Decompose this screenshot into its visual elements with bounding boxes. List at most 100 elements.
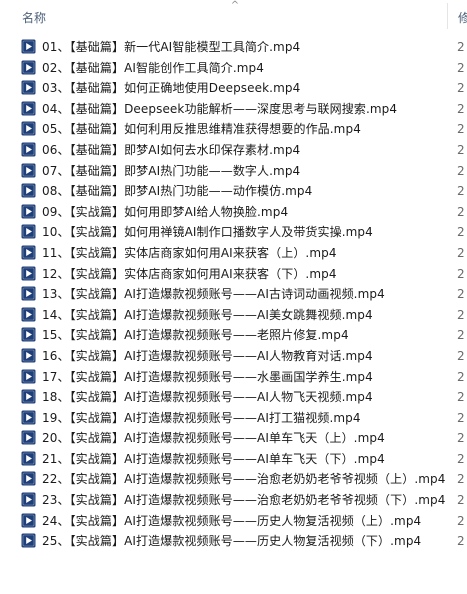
file-explorer-list: ^ 名称 修 01、【基础篇】新一代AI智能模型工具简介.mp4 2 02、【基础篇… [0, 0, 467, 594]
file-row[interactable]: 11、【实战篇】实体店商家如何用AI来获客（上）.mp4 2 [0, 243, 467, 264]
file-name-label: 06、【基础篇】即梦AI如何去水印保存素材.mp4 [42, 142, 301, 157]
video-file-icon [21, 224, 36, 239]
file-row[interactable]: 09、【实战篇】如何用即梦AI给人物换脸.mp4 2 [0, 202, 467, 223]
video-file-icon [21, 142, 36, 157]
video-file-icon [21, 451, 36, 466]
file-name-label: 14、【实战篇】AI打造爆款视频账号——AI美女跳舞视频.mp4 [42, 307, 373, 322]
file-row[interactable]: 21、【实战篇】AI打造爆款视频账号——AI单车飞天（下）.mp4 2 [0, 449, 467, 470]
file-modified-date: 2 [457, 451, 465, 466]
column-header-name[interactable]: 名称 [22, 10, 46, 26]
column-divider[interactable] [447, 3, 448, 29]
file-row[interactable]: 17、【实战篇】AI打造爆款视频账号——水墨画国学养生.mp4 2 [0, 367, 467, 388]
file-row[interactable]: 14、【实战篇】AI打造爆款视频账号——AI美女跳舞视频.mp4 2 [0, 305, 467, 326]
file-name-label: 09、【实战篇】如何用即梦AI给人物换脸.mp4 [42, 204, 289, 219]
file-name-label: 16、【实战篇】AI打造爆款视频账号——AI人物教育对话.mp4 [42, 348, 373, 363]
video-file-icon [21, 307, 36, 322]
file-modified-date: 2 [457, 225, 465, 240]
video-file-icon [21, 513, 36, 528]
file-row[interactable]: 23、【实战篇】AI打造爆款视频账号——治愈老奶奶老爷爷视频（下）.mp4 2 [0, 490, 467, 511]
video-file-icon [21, 101, 36, 116]
file-name-label: 04、【基础篇】Deepseek功能解析——深度思考与联网搜索.mp4 [42, 101, 398, 116]
file-name-label: 25、【实战篇】AI打造爆款视频账号——历史人物复活视频（下）.mp4 [42, 534, 422, 549]
file-modified-date: 2 [457, 307, 465, 322]
file-modified-date: 2 [457, 81, 465, 96]
file-modified-date: 2 [457, 184, 465, 199]
file-modified-date: 2 [457, 163, 465, 178]
sort-up-icon[interactable]: ^ [228, 1, 242, 11]
file-modified-date: 2 [457, 431, 465, 446]
file-modified-date: 2 [457, 142, 465, 157]
file-row[interactable]: 06、【基础篇】即梦AI如何去水印保存素材.mp4 2 [0, 140, 467, 161]
video-file-icon [21, 286, 36, 301]
file-row[interactable]: 15、【实战篇】AI打造爆款视频账号——老照片修复.mp4 2 [0, 325, 467, 346]
file-modified-date: 2 [457, 534, 465, 549]
video-file-icon [21, 389, 36, 404]
video-file-icon [21, 348, 36, 363]
video-file-icon [21, 327, 36, 342]
file-modified-date: 2 [457, 493, 465, 508]
video-file-icon [21, 369, 36, 384]
file-row[interactable]: 19、【实战篇】AI打造爆款视频账号——AI打工猫视频.mp4 2 [0, 408, 467, 429]
video-file-icon [21, 163, 36, 178]
file-row[interactable]: 01、【基础篇】新一代AI智能模型工具简介.mp4 2 [0, 37, 467, 58]
file-name-label: 02、【基础篇】AI智能创作工具简介.mp4 [42, 60, 264, 75]
video-file-icon [21, 80, 36, 95]
file-name-label: 05、【基础篇】如何利用反推思维精准获得想要的作品.mp4 [42, 122, 361, 137]
file-name-label: 07、【基础篇】即梦AI热门功能——数字人.mp4 [42, 163, 301, 178]
file-name-label: 03、【基础篇】如何正确地使用Deepseek.mp4 [42, 81, 301, 96]
file-name-label: 11、【实战篇】实体店商家如何用AI来获客（上）.mp4 [42, 245, 337, 260]
file-modified-date: 2 [457, 40, 465, 54]
file-row[interactable]: 12、【实战篇】实体店商家如何用AI来获客（下）.mp4 2 [0, 264, 467, 285]
file-modified-date: 2 [457, 101, 465, 116]
video-file-icon [21, 183, 36, 198]
file-row[interactable]: 18、【实战篇】AI打造爆款视频账号——AI人物飞天视频.mp4 2 [0, 387, 467, 408]
video-file-icon [21, 245, 36, 260]
file-name-label: 20、【实战篇】AI打造爆款视频账号——AI单车飞天（上）.mp4 [42, 431, 385, 446]
video-file-icon [21, 410, 36, 425]
file-name-label: 17、【实战篇】AI打造爆款视频账号——水墨画国学养生.mp4 [42, 369, 373, 384]
file-modified-date: 2 [457, 60, 465, 75]
file-row[interactable]: 07、【基础篇】即梦AI热门功能——数字人.mp4 2 [0, 161, 467, 182]
file-name-label: 15、【实战篇】AI打造爆款视频账号——老照片修复.mp4 [42, 328, 349, 343]
video-file-icon [21, 492, 36, 507]
file-modified-date: 2 [457, 410, 465, 425]
file-name-label: 01、【基础篇】新一代AI智能模型工具简介.mp4 [42, 40, 301, 54]
file-name-label: 24、【实战篇】AI打造爆款视频账号——历史人物复活视频（上）.mp4 [42, 513, 422, 528]
file-modified-date: 2 [457, 287, 465, 302]
file-name-label: 10、【实战篇】如何用禅镜AI制作口播数字人及带货实操.mp4 [42, 225, 373, 240]
file-row[interactable]: 25、【实战篇】AI打造爆款视频账号——历史人物复活视频（下）.mp4 2 [0, 531, 467, 552]
file-row[interactable]: 10、【实战篇】如何用禅镜AI制作口播数字人及带货实操.mp4 2 [0, 222, 467, 243]
file-row[interactable]: 04、【基础篇】Deepseek功能解析——深度思考与联网搜索.mp4 2 [0, 99, 467, 120]
video-file-icon [21, 471, 36, 486]
file-row[interactable]: 16、【实战篇】AI打造爆款视频账号——AI人物教育对话.mp4 2 [0, 346, 467, 367]
file-row[interactable]: 20、【实战篇】AI打造爆款视频账号——AI单车飞天（上）.mp4 2 [0, 428, 467, 449]
file-rows: 01、【基础篇】新一代AI智能模型工具简介.mp4 2 02、【基础篇】AI智能创作… [0, 37, 467, 552]
video-file-icon [21, 39, 36, 54]
file-row[interactable]: 24、【实战篇】AI打造爆款视频账号——历史人物复活视频（上）.mp4 2 [0, 511, 467, 532]
file-row[interactable]: 13、【实战篇】AI打造爆款视频账号——AI古诗词动画视频.mp4 2 [0, 284, 467, 305]
video-file-icon [21, 60, 36, 75]
video-file-icon [21, 121, 36, 136]
column-header-modified[interactable]: 修 [458, 10, 467, 26]
file-name-label: 08、【基础篇】即梦AI热门功能——动作模仿.mp4 [42, 184, 313, 199]
file-name-label: 13、【实战篇】AI打造爆款视频账号——AI古诗词动画视频.mp4 [42, 287, 385, 302]
file-row[interactable]: 02、【基础篇】AI智能创作工具简介.mp4 2 [0, 58, 467, 79]
file-row[interactable]: 22、【实战篇】AI打造爆款视频账号——治愈老奶奶老爷爷视频（上）.mp4 2 [0, 469, 467, 490]
file-modified-date: 2 [457, 328, 465, 343]
file-name-label: 23、【实战篇】AI打造爆款视频账号——治愈老奶奶老爷爷视频（下）.mp4 [42, 493, 446, 508]
file-name-label: 18、【实战篇】AI打造爆款视频账号——AI人物飞天视频.mp4 [42, 390, 373, 405]
file-name-label: 12、【实战篇】实体店商家如何用AI来获客（下）.mp4 [42, 266, 337, 281]
file-name-label: 21、【实战篇】AI打造爆款视频账号——AI单车飞天（下）.mp4 [42, 451, 385, 466]
column-header-bar: ^ 名称 修 [0, 0, 467, 32]
file-row[interactable]: 03、【基础篇】如何正确地使用Deepseek.mp4 2 [0, 78, 467, 99]
video-file-icon [21, 266, 36, 281]
file-modified-date: 2 [457, 369, 465, 384]
video-file-icon [21, 430, 36, 445]
file-modified-date: 2 [457, 472, 465, 487]
file-row[interactable]: 05、【基础篇】如何利用反推思维精准获得想要的作品.mp4 2 [0, 119, 467, 140]
file-modified-date: 2 [457, 348, 465, 363]
file-modified-date: 2 [457, 266, 465, 281]
file-modified-date: 2 [457, 390, 465, 405]
file-row[interactable]: 08、【基础篇】即梦AI热门功能——动作模仿.mp4 2 [0, 181, 467, 202]
file-name-label: 22、【实战篇】AI打造爆款视频账号——治愈老奶奶老爷爷视频（上）.mp4 [42, 472, 446, 487]
